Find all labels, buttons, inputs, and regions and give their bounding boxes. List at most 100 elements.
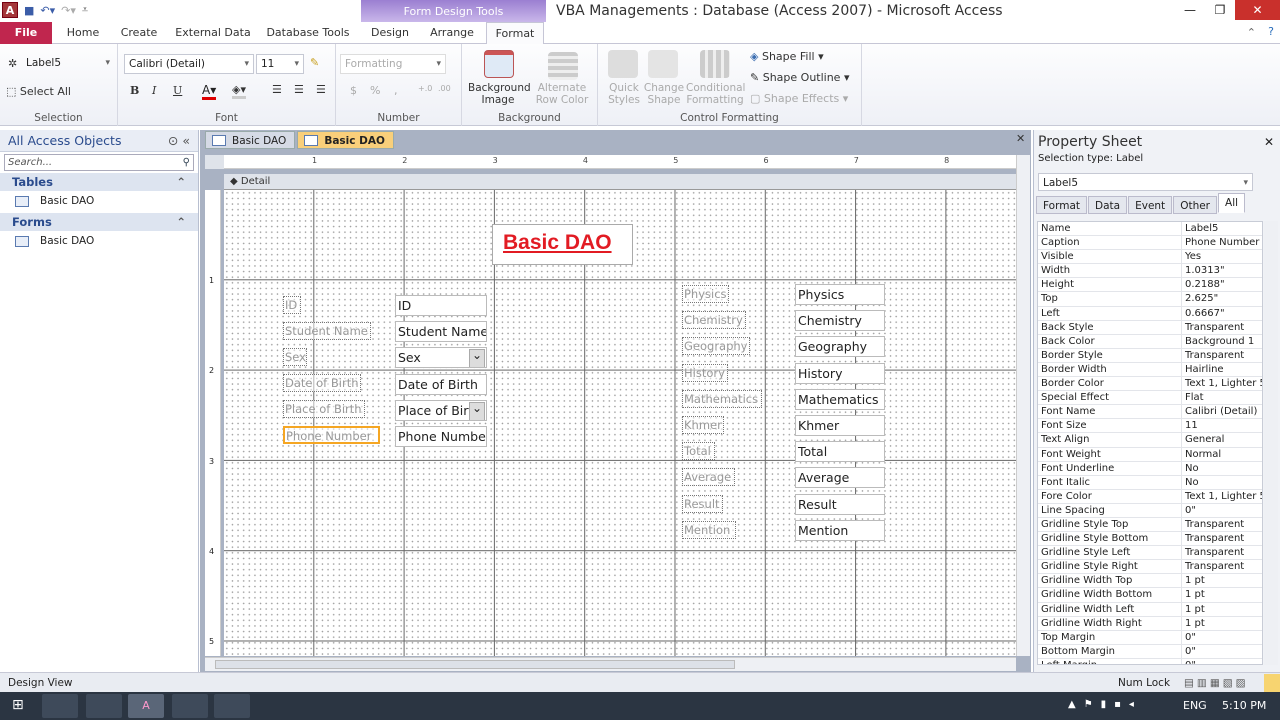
tab-arrange[interactable]: Arrange <box>424 22 480 44</box>
doc-tab-form-basic-dao[interactable]: Basic DAO <box>297 131 394 149</box>
property-value[interactable]: 1.0313" <box>1182 264 1262 277</box>
format-dropdown[interactable]: Formatting <box>340 54 446 74</box>
property-row[interactable]: Font Weight Normal <box>1038 447 1262 462</box>
property-value[interactable]: Flat <box>1182 391 1262 404</box>
label-result[interactable]: Result <box>682 494 723 513</box>
property-row[interactable]: Back Color Background 1 <box>1038 334 1262 349</box>
restore-icon[interactable]: ❐ <box>1205 0 1235 20</box>
property-value[interactable]: 11 <box>1182 419 1262 432</box>
align-left-icon[interactable]: ☰ <box>272 83 282 96</box>
shape-outline-button[interactable]: ✎ Shape Outline ▾ <box>750 71 850 84</box>
property-value[interactable]: No <box>1182 462 1262 475</box>
textbox-khmer[interactable]: Khmer <box>795 415 885 436</box>
property-value[interactable]: Transparent <box>1182 349 1262 362</box>
property-row[interactable]: Gridline Width Right 1 pt <box>1038 616 1262 631</box>
font-name-dropdown[interactable]: Calibri (Detail) <box>124 54 254 74</box>
form-selector[interactable] <box>205 155 224 169</box>
horizontal-scrollbar[interactable] <box>205 657 1016 671</box>
undo-icon[interactable]: ↶▾ <box>40 4 55 17</box>
doc-tab-table-basic-dao[interactable]: Basic DAO <box>205 131 296 149</box>
section-header-detail[interactable]: ◆ Detail <box>224 174 1016 190</box>
vertical-scrollbar[interactable] <box>1016 155 1030 656</box>
property-row[interactable]: Gridline Width Bottom 1 pt <box>1038 588 1262 603</box>
close-document-icon[interactable]: ✕ <box>1016 132 1025 145</box>
property-row[interactable]: Left Margin0" <box>1038 658 1262 664</box>
search-icon[interactable]: ⚲ <box>183 155 190 170</box>
property-row[interactable]: Font Size 11 <box>1038 419 1262 434</box>
property-row[interactable]: Visible Yes <box>1038 250 1262 265</box>
decrease-decimals-icon[interactable]: .00 <box>438 84 451 93</box>
textbox-phone-number[interactable]: Phone Number <box>395 426 487 447</box>
alternate-row-color-button[interactable]: Alternate Row Color <box>530 82 594 106</box>
property-value[interactable]: General <box>1182 433 1262 446</box>
property-tab-other[interactable]: Other <box>1173 196 1218 214</box>
close-property-sheet-icon[interactable]: ✕ <box>1264 135 1274 149</box>
nav-search-input[interactable]: Search... ⚲ <box>4 154 194 171</box>
property-value[interactable]: Phone Number <box>1182 236 1262 249</box>
nav-item-form-basic-dao[interactable]: Basic DAO <box>0 231 198 251</box>
media-player-icon[interactable] <box>172 694 208 718</box>
label-khmer[interactable]: Khmer <box>682 416 724 434</box>
textbox-total[interactable]: Total <box>795 441 885 463</box>
property-value[interactable]: 0" <box>1182 504 1262 517</box>
align-center-icon[interactable]: ☰ <box>294 83 304 96</box>
label-student-name[interactable]: Student Name <box>283 322 371 340</box>
object-selector-dropdown[interactable]: Label5 <box>1038 173 1253 192</box>
tab-format[interactable]: Format <box>486 22 544 45</box>
property-row[interactable]: Border ColorText 1, Lighter 50% <box>1038 377 1262 392</box>
underline-button[interactable]: U <box>173 84 182 97</box>
currency-button[interactable]: $ <box>350 84 357 97</box>
property-row[interactable]: Line Spacing 0" <box>1038 503 1262 518</box>
view-switcher-icons[interactable]: ▤▥▦▧▨ <box>1184 673 1249 693</box>
tab-database-tools[interactable]: Database Tools <box>262 22 354 44</box>
change-shape-button[interactable]: Change Shape <box>642 82 686 106</box>
comma-button[interactable]: , <box>394 84 398 97</box>
property-value[interactable]: Background 1 <box>1182 335 1262 348</box>
property-value[interactable]: Yes <box>1182 250 1262 263</box>
background-image-button[interactable]: Background Image <box>468 82 531 106</box>
minimize-icon[interactable]: — <box>1175 0 1205 20</box>
label-place-of-birth[interactable]: Place of Birth <box>283 400 365 418</box>
property-row[interactable]: Border Width Hairline <box>1038 362 1262 378</box>
property-row[interactable]: Caption Phone Number <box>1038 236 1262 251</box>
shape-fill-button[interactable]: ◈ Shape Fill ▾ <box>750 50 824 63</box>
property-row[interactable]: Font Name Calibri (Detail) <box>1038 405 1262 420</box>
language-indicator[interactable]: ENG <box>1183 699 1207 712</box>
property-row[interactable]: Fore ColorText 1, Lighter 50% <box>1038 489 1262 504</box>
property-row[interactable]: Height 0.2188" <box>1038 278 1262 293</box>
label-history[interactable]: History <box>682 363 728 382</box>
property-value[interactable]: Text 1, Lighter 50% <box>1182 377 1262 390</box>
combo-place-of-birth[interactable]: Place of Birt <box>395 399 487 421</box>
nav-item-table-basic-dao[interactable]: Basic DAO <box>0 191 198 211</box>
textbox-history[interactable]: History <box>795 362 885 384</box>
object-dropdown[interactable]: Label5 <box>22 54 114 74</box>
access-taskbar-icon[interactable]: A <box>128 694 164 718</box>
property-value[interactable]: Transparent <box>1182 321 1262 334</box>
app-icon[interactable] <box>214 694 250 718</box>
property-value[interactable]: 0.6667" <box>1182 307 1262 320</box>
textbox-physics[interactable]: Physics <box>795 284 885 305</box>
increase-decimals-icon[interactable]: +.0 <box>418 84 432 93</box>
label-physics[interactable]: Physics <box>682 285 729 303</box>
scroll-thumb[interactable] <box>215 660 735 669</box>
shape-effects-button[interactable]: ▢ Shape Effects ▾ <box>750 92 848 105</box>
property-row[interactable]: Top Margin 0" <box>1038 630 1262 645</box>
tab-create[interactable]: Create <box>114 22 164 44</box>
property-row[interactable]: Back Style Transparent <box>1038 320 1262 335</box>
label-geography[interactable]: Geography <box>682 337 750 356</box>
label-id[interactable]: ID <box>283 296 301 314</box>
label-sex[interactable]: Sex <box>283 348 307 366</box>
textbox-average[interactable]: Average <box>795 467 885 489</box>
property-row[interactable]: Special Effect Flat <box>1038 391 1262 406</box>
system-tray-icons[interactable]: ▲⚑▮▪◂ <box>1068 699 1142 710</box>
property-value[interactable]: 1 pt <box>1182 617 1262 630</box>
property-row[interactable]: Gridline Width Left 1 pt <box>1038 602 1262 617</box>
property-row[interactable]: Bottom Margin 0" <box>1038 644 1262 659</box>
property-row[interactable]: Gridline Width Top 1 pt <box>1038 574 1262 589</box>
label-total[interactable]: Total <box>682 442 715 461</box>
customize-qat-icon[interactable]: ⩡ <box>82 3 88 17</box>
property-value[interactable]: Transparent <box>1182 518 1262 531</box>
help-icon[interactable]: ? <box>1268 25 1274 38</box>
property-scrollbar[interactable] <box>1264 221 1278 665</box>
nav-header[interactable]: All Access Objects ⊙ « <box>0 130 198 152</box>
